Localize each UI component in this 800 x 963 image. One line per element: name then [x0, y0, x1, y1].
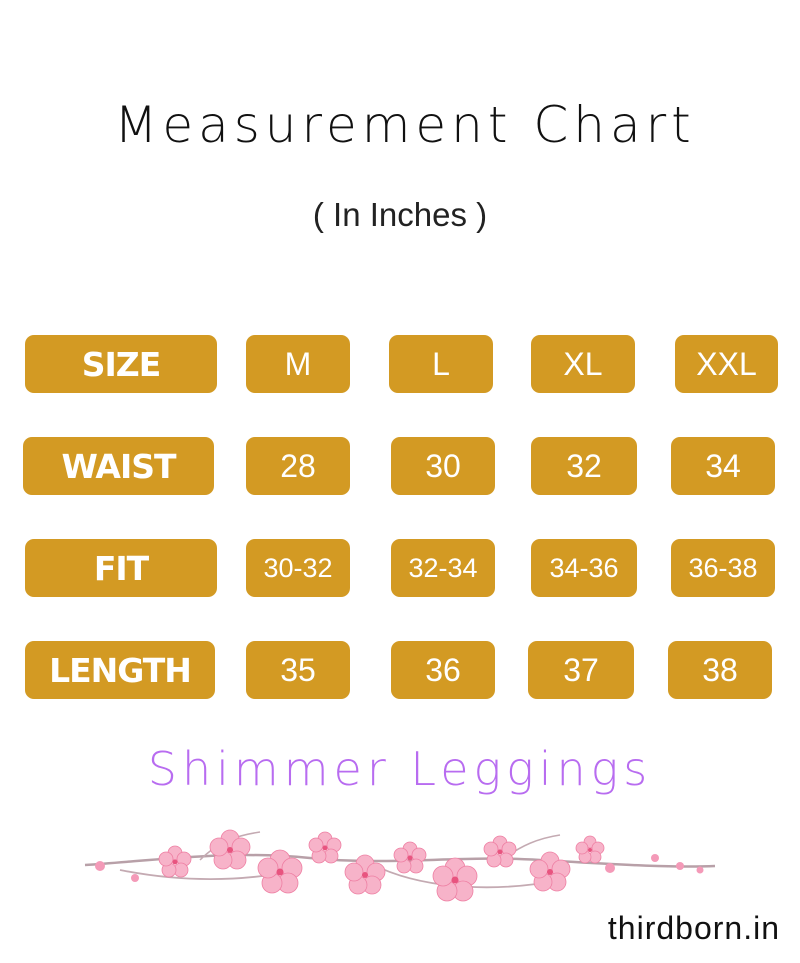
- waist-cell-xl: 32: [531, 437, 637, 495]
- size-cell-l: L: [389, 335, 493, 393]
- waist-cell-l: 30: [391, 437, 495, 495]
- length-cell-xl: 37: [528, 641, 634, 699]
- size-cell-m: M: [246, 335, 350, 393]
- waist-cell-m: 28: [246, 437, 350, 495]
- fit-cell-m: 30-32: [246, 539, 350, 597]
- length-cell-m: 35: [246, 641, 350, 699]
- table-row-size: SIZE M L XL XXL: [0, 335, 800, 393]
- table-row-length: LENGTH 35 36 37 38: [0, 641, 800, 699]
- brand-name: Shimmer Leggings: [147, 742, 653, 796]
- row-label-size: SIZE: [25, 335, 217, 393]
- length-cell-xxl: 38: [668, 641, 772, 699]
- fit-cell-xl: 34-36: [531, 539, 637, 597]
- size-cell-xl: XL: [531, 335, 635, 393]
- row-label-fit: FIT: [25, 539, 217, 597]
- website-url: thirdborn.in: [607, 910, 780, 946]
- fit-cell-xxl: 36-38: [671, 539, 775, 597]
- page-subtitle: ( In Inches ): [312, 196, 488, 233]
- page-title: Measurement Chart: [114, 96, 696, 154]
- waist-cell-xxl: 34: [671, 437, 775, 495]
- cherry-blossom-branch-icon: [84, 829, 716, 902]
- row-label-length: LENGTH: [25, 641, 215, 699]
- size-cell-xxl: XXL: [675, 335, 778, 393]
- table-row-fit: FIT 30-32 32-34 34-36 36-38: [0, 539, 800, 597]
- fit-cell-l: 32-34: [391, 539, 495, 597]
- table-row-waist: WAIST 28 30 32 34: [0, 437, 800, 495]
- length-cell-l: 36: [391, 641, 495, 699]
- row-label-waist: WAIST: [23, 437, 214, 495]
